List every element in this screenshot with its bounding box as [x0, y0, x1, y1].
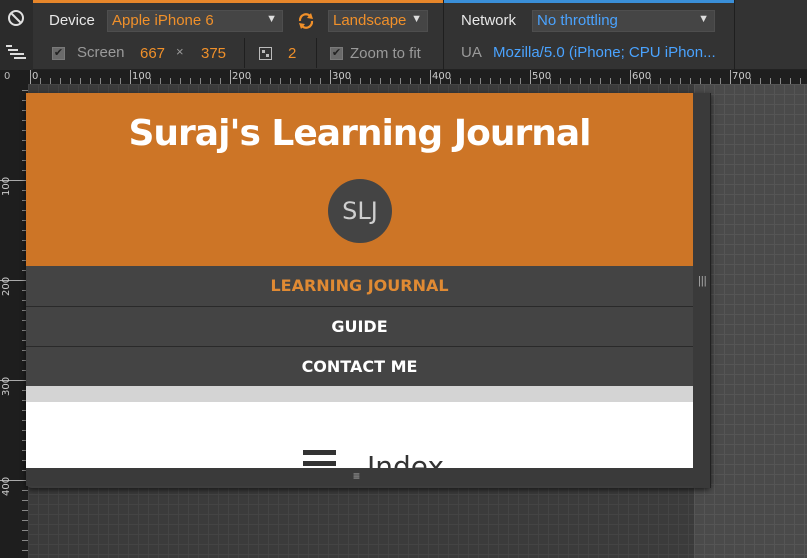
screen-label: Screen [77, 44, 125, 61]
ua-label: UA [461, 44, 482, 61]
site-header: Suraj's Learning Journal SLJ [26, 93, 693, 266]
network-select-value: No throttling [537, 12, 618, 29]
media-query-icon[interactable] [5, 44, 27, 60]
device-pixel-ratio-icon [258, 46, 272, 60]
device-select[interactable]: Apple iPhone 6 ▼ [107, 10, 283, 32]
dropdown-arrow-icon: ▼ [266, 13, 277, 25]
width-resizer[interactable]: ||| [693, 93, 711, 488]
rotate-icon[interactable] [296, 11, 316, 31]
pixel-ratio-input[interactable]: 2 [288, 45, 296, 62]
zoom-to-fit-label: Zoom to fit [350, 45, 421, 62]
ruler-tick [430, 70, 431, 84]
emulation-accent-bar [33, 0, 443, 3]
ruler-label: 100 [132, 71, 152, 82]
menu-icon[interactable] [303, 450, 336, 468]
zoom-to-fit-checkbox[interactable]: ✔ [330, 47, 343, 60]
ruler-label: 300 [332, 71, 352, 82]
dimension-separator: × [176, 44, 184, 59]
nav-guide[interactable]: GUIDE [26, 306, 693, 346]
ruler-label: 600 [632, 71, 652, 82]
network-accent-bar [444, 0, 734, 3]
ruler-label: 0 [32, 71, 39, 82]
ruler-label: 700 [732, 71, 752, 82]
site-logo[interactable]: SLJ [328, 179, 392, 243]
screen-width-input[interactable]: 667 [140, 45, 165, 62]
ruler-label: 200 [1, 276, 12, 296]
ruler-label: 100 [1, 176, 12, 196]
site-title: Suraj's Learning Journal [128, 113, 592, 154]
orientation-select[interactable]: Landscape ▼ [328, 10, 428, 32]
section-divider [26, 386, 693, 402]
ruler-label: 200 [232, 71, 252, 82]
nav-contact-me[interactable]: CONTACT ME [26, 346, 693, 386]
vertical-ruler: 100 200 300 400 [0, 84, 28, 558]
ruler-origin-label: 0 [4, 71, 11, 82]
screen-checkbox[interactable]: ✔ [52, 47, 65, 60]
ruler-tick [530, 70, 531, 84]
toolbar-divider [734, 0, 735, 70]
device-mode-toolbar: Device Apple iPhone 6 ▼ Landscape ▼ Netw… [0, 0, 807, 70]
resize-grip-icon: ≡ [353, 469, 361, 483]
network-label: Network [461, 12, 517, 29]
ruler-tick [330, 70, 331, 84]
emulated-viewport: Suraj's Learning Journal SLJ LEARNING JO… [26, 93, 693, 468]
network-select[interactable]: No throttling ▼ [532, 10, 715, 32]
nav-learning-journal[interactable]: LEARNING JOURNAL [26, 266, 693, 306]
ruler-tick [730, 70, 731, 84]
user-agent-input[interactable]: Mozilla/5.0 (iPhone; CPU iPhon... [493, 44, 716, 61]
ruler-tick [30, 70, 31, 84]
ruler-label: 300 [1, 376, 12, 396]
section-title: Index [367, 450, 445, 468]
ruler-tick [630, 70, 631, 84]
dropdown-arrow-icon: ▼ [698, 13, 709, 25]
ruler-label: 400 [1, 476, 12, 496]
device-select-value: Apple iPhone 6 [112, 12, 214, 29]
ruler-label: 500 [532, 71, 552, 82]
resize-grip-icon: ||| [698, 275, 707, 287]
device-label: Device [49, 12, 95, 29]
block-icon[interactable] [6, 8, 26, 28]
toolbar-divider [443, 0, 444, 70]
toolbar-divider [244, 38, 245, 68]
screen-height-input[interactable]: 375 [201, 45, 226, 62]
toolbar-divider [316, 38, 317, 68]
dropdown-arrow-icon: ▼ [411, 13, 422, 25]
ruler-label: 400 [432, 71, 452, 82]
main-content: Index [26, 402, 693, 468]
horizontal-ruler: 0 100 200 300 400 500 600 700 [28, 70, 807, 84]
height-resizer[interactable]: ≡ [26, 468, 693, 486]
orientation-select-value: Landscape [333, 12, 407, 29]
ruler-tick [130, 70, 131, 84]
ruler-tick [230, 70, 231, 84]
